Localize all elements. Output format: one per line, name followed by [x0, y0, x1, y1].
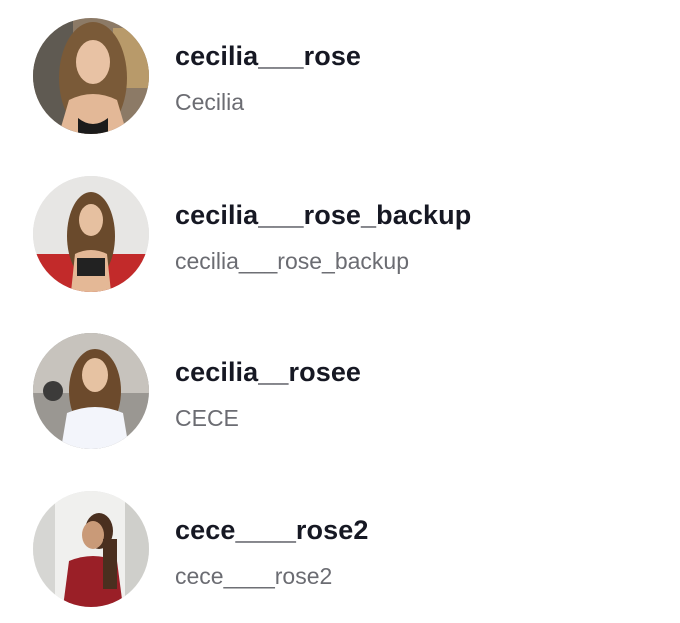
avatar-photo [33, 333, 149, 449]
nickname: Cecilia [175, 89, 245, 115]
username: cecilia___rose_backup [175, 200, 472, 230]
username: cecilia___rose [175, 41, 362, 71]
avatar[interactable] [33, 333, 149, 449]
user-result-row[interactable]: cecilia__rosee CECE [0, 324, 680, 454]
user-result-row[interactable]: cecilia___rose Cecilia [0, 10, 680, 140]
user-search-results: cecilia___rose Cecilia cecilia___rose_ba… [0, 0, 680, 623]
avatar-photo [33, 18, 149, 134]
avatar[interactable] [33, 491, 149, 607]
nickname: cecilia___rose_backup [175, 248, 409, 274]
user-result-row[interactable]: cecilia___rose_backup cecilia___rose_bac… [0, 167, 680, 297]
avatar[interactable] [33, 176, 149, 292]
username: cecilia__rosee [175, 357, 362, 387]
username: cece____rose2 [175, 515, 369, 545]
avatar-photo [33, 491, 149, 607]
user-result-row[interactable]: cece____rose2 cece____rose2 [0, 481, 680, 611]
avatar-photo [33, 176, 149, 292]
avatar[interactable] [33, 18, 149, 134]
nickname: CECE [175, 405, 239, 431]
nickname: cece____rose2 [175, 563, 333, 589]
